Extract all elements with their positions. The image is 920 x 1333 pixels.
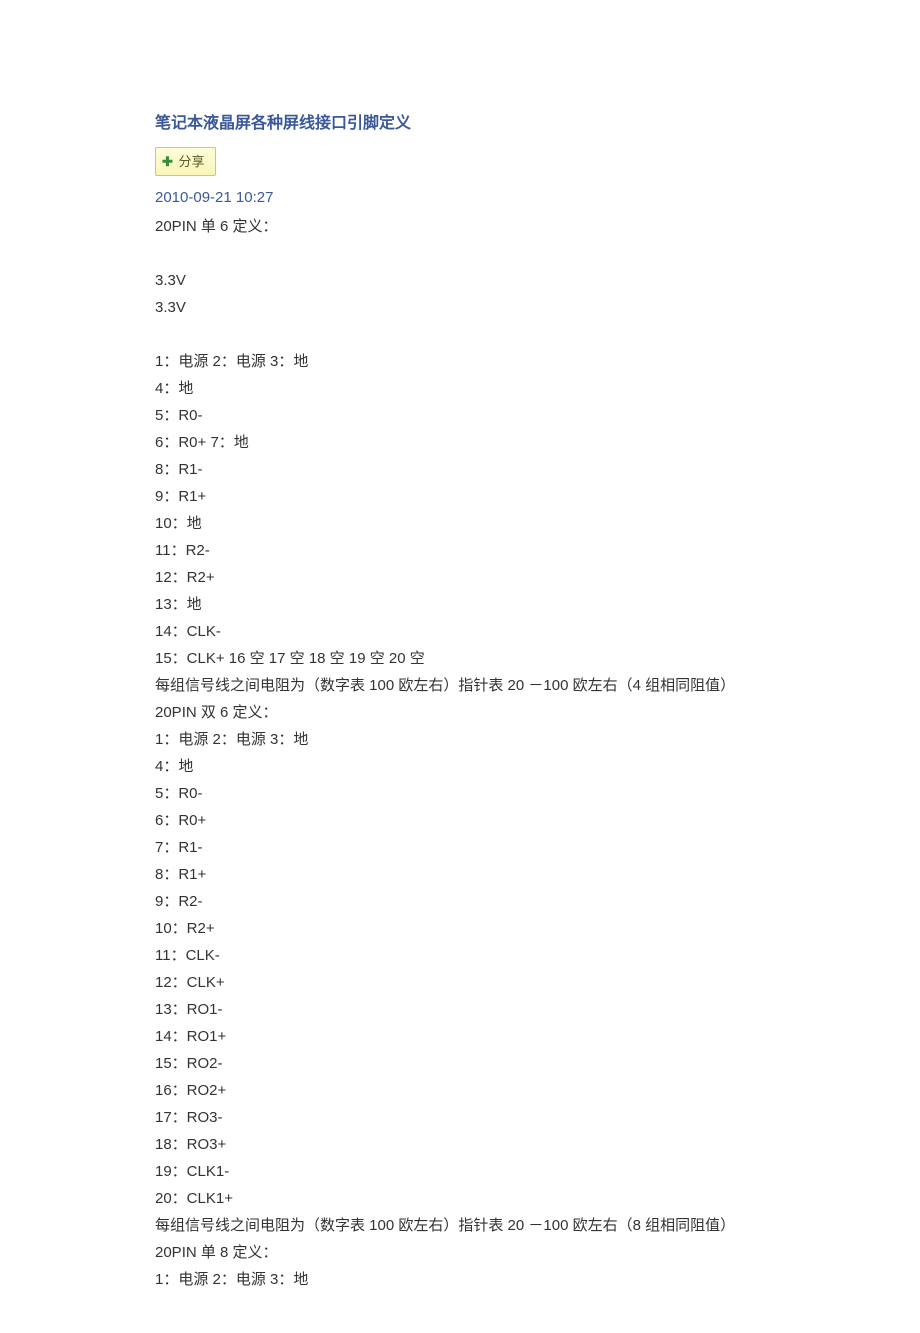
content-line: 14：CLK- xyxy=(155,618,790,645)
content-line: 8：R1+ xyxy=(155,861,790,888)
content-line: 9：R1+ xyxy=(155,483,790,510)
content-line: 3.3V xyxy=(155,294,790,321)
content-line: 20PIN 单 6 定义： xyxy=(155,213,790,240)
content-line: 8：R1- xyxy=(155,456,790,483)
content-line: 15：RO2- xyxy=(155,1050,790,1077)
content-line: 19：CLK1- xyxy=(155,1158,790,1185)
timestamp: 2010-09-21 10:27 xyxy=(155,184,790,211)
document-content: 20PIN 单 6 定义： 3.3V3.3V 1：电源 2：电源 3：地4：地5… xyxy=(155,213,790,1293)
content-line: 9：R2- xyxy=(155,888,790,915)
content-line: 3.3V xyxy=(155,267,790,294)
document-title: 笔记本液晶屏各种屏线接口引脚定义 xyxy=(155,110,790,139)
content-line: 12：CLK+ xyxy=(155,969,790,996)
content-line: 14：RO1+ xyxy=(155,1023,790,1050)
content-line: 7：R1- xyxy=(155,834,790,861)
content-line: 13：RO1- xyxy=(155,996,790,1023)
content-line xyxy=(155,240,790,267)
content-line: 17：RO3- xyxy=(155,1104,790,1131)
content-line: 13：地 xyxy=(155,591,790,618)
content-line: 1：电源 2：电源 3：地 xyxy=(155,348,790,375)
content-line: 20PIN 双 6 定义： xyxy=(155,699,790,726)
content-line: 6：R0+ 7：地 xyxy=(155,429,790,456)
content-line: 10：R2+ xyxy=(155,915,790,942)
content-line: 5：R0- xyxy=(155,780,790,807)
content-line: 4：地 xyxy=(155,753,790,780)
content-line: 5：R0- xyxy=(155,402,790,429)
content-line: 1：电源 2：电源 3：地 xyxy=(155,726,790,753)
content-line: 每组信号线之间电阻为（数字表 100 欧左右）指针表 20 －100 欧左右（4… xyxy=(155,672,790,699)
plus-icon: ✚ xyxy=(162,154,173,169)
share-label: 分享 xyxy=(179,154,205,169)
content-line: 4：地 xyxy=(155,375,790,402)
content-line: 12：R2+ xyxy=(155,564,790,591)
content-line: 6：R0+ xyxy=(155,807,790,834)
content-line: 20：CLK1+ xyxy=(155,1185,790,1212)
content-line: 10：地 xyxy=(155,510,790,537)
content-line xyxy=(155,321,790,348)
content-line: 18：RO3+ xyxy=(155,1131,790,1158)
content-line: 11：R2- xyxy=(155,537,790,564)
content-line: 1：电源 2：电源 3：地 xyxy=(155,1266,790,1293)
content-line: 11：CLK- xyxy=(155,942,790,969)
share-button[interactable]: ✚ 分享 xyxy=(155,147,216,176)
content-line: 每组信号线之间电阻为（数字表 100 欧左右）指针表 20 －100 欧左右（8… xyxy=(155,1212,790,1239)
content-line: 20PIN 单 8 定义： xyxy=(155,1239,790,1266)
content-line: 16：RO2+ xyxy=(155,1077,790,1104)
content-line: 15：CLK+ 16 空 17 空 18 空 19 空 20 空 xyxy=(155,645,790,672)
